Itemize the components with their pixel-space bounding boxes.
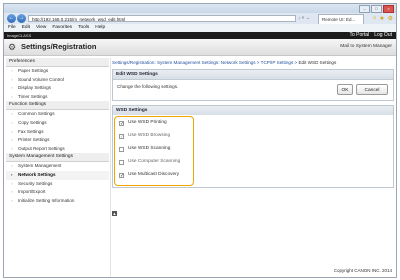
wsd-browsing-checkbox[interactable]	[119, 133, 124, 141]
home-icon[interactable]: ⌂	[373, 15, 377, 22]
page-content: ImageCLASS To Portal Log Out ⚙ Settings/…	[4, 32, 396, 277]
menu-file[interactable]: File	[8, 24, 16, 32]
menu-favorites[interactable]: Favorites	[52, 24, 72, 32]
wsd-printing-label: Use WSD Printing	[128, 120, 167, 125]
wsd-settings-panel: WSD Settings Use WSD Printing Use WSD Br…	[112, 105, 394, 188]
back-icon[interactable]: ←	[7, 14, 16, 23]
address-bar-area: ← → http://192.168.0.215/m_network_wsd_e…	[4, 13, 396, 24]
mail-to-manager-link[interactable]: Mail to System Manager	[340, 44, 392, 49]
browser-window: – □ × ← → http://192.168.0.215/m_network…	[3, 3, 397, 278]
browser-tab[interactable]: Remote UI: Ed...	[318, 14, 364, 24]
sidebar-heading-preferences: Preferences	[6, 58, 109, 67]
multicast-discovery-option[interactable]: Use Multicast Discovery	[119, 171, 180, 180]
sidebar-item-system-management[interactable]: System Management	[6, 162, 109, 171]
portal-link[interactable]: To Portal	[349, 32, 369, 39]
edit-wsd-panel: Edit WSD Settings Change the following s…	[112, 69, 394, 101]
sidebar-item-security-settings[interactable]: Security Settings	[6, 180, 109, 189]
page-title: Settings/Registration	[21, 42, 97, 51]
maximize-button[interactable]: □	[371, 5, 382, 13]
page-header: ⚙ Settings/Registration Mail to System M…	[4, 39, 396, 56]
sidebar-item-import-export[interactable]: Import/Export	[6, 188, 109, 197]
logout-link[interactable]: Log Out	[374, 32, 392, 39]
device-name: ImageCLASS	[7, 33, 32, 38]
close-button[interactable]: ×	[383, 5, 394, 13]
sidebar-item-sound-volume[interactable]: Sound Volume Control	[6, 76, 109, 85]
menu-tools[interactable]: Tools	[78, 24, 89, 32]
minimize-button[interactable]: –	[359, 5, 370, 13]
instruction-text: Change the following settings.	[117, 84, 179, 89]
main-content: Settings/Registration: System Management…	[112, 58, 394, 258]
wsd-scanning-checkbox[interactable]	[119, 146, 124, 152]
computer-scanning-label: Use Computer Scanning	[128, 159, 181, 164]
sidebar-item-display-settings[interactable]: Display Settings	[6, 84, 109, 93]
sidebar-item-output-report[interactable]: Output Report Settings	[6, 145, 109, 154]
breadcrumb-current: Edit WSD Settings	[298, 60, 337, 65]
wsd-options: Use WSD Printing Use WSD Browsing Use WS…	[113, 115, 393, 187]
window-controls: – □ ×	[359, 5, 394, 13]
sidebar-item-printer-settings[interactable]: Printer Settings	[6, 136, 109, 145]
sidebar-item-paper-settings[interactable]: Paper Settings	[6, 67, 109, 76]
sidebar-item-network-settings[interactable]: Network Settings	[6, 170, 109, 180]
ok-button[interactable]: OK	[337, 84, 353, 95]
back-to-top-icon[interactable]: ▲	[112, 211, 117, 216]
url-tools[interactable]: ↓ × →	[298, 15, 310, 20]
gear-icon[interactable]: ⚙	[388, 15, 393, 22]
forward-icon[interactable]: →	[17, 14, 26, 23]
wsd-settings-title: WSD Settings	[113, 106, 393, 115]
sidebar-item-timer-settings[interactable]: Timer Settings	[6, 93, 109, 102]
wsd-printing-option[interactable]: Use WSD Printing	[119, 119, 167, 128]
wsd-browsing-option[interactable]: Use WSD Browsing	[119, 132, 171, 141]
multicast-discovery-label: Use Multicast Discovery	[128, 172, 180, 177]
toolbar-icons: ⌂ ★ ⚙	[373, 15, 393, 22]
wsd-printing-checkbox[interactable]	[119, 120, 124, 128]
settings-gear-icon: ⚙	[8, 42, 17, 52]
breadcrumb-links[interactable]: Settings/Registration: System Management…	[112, 60, 297, 65]
wsd-scanning-option[interactable]: Use WSD Scanning	[119, 145, 170, 153]
sidebar-item-fax-settings[interactable]: Fax Settings	[6, 128, 109, 137]
sidebar-item-common-settings[interactable]: Common Settings	[6, 110, 109, 119]
sidebar-heading-system-management: System Management Settings	[6, 153, 109, 163]
top-bar: ImageCLASS To Portal Log Out	[4, 32, 396, 39]
menu-help[interactable]: Help	[95, 24, 105, 32]
sidebar: Preferences Paper Settings Sound Volume …	[6, 58, 109, 277]
sidebar-item-copy-settings[interactable]: Copy Settings	[6, 119, 109, 128]
menu-bar: File Edit View Favorites Tools Help	[4, 24, 396, 32]
wsd-scanning-label: Use WSD Scanning	[128, 146, 171, 151]
title-bar: – □ ×	[4, 4, 396, 13]
sidebar-heading-function: Function Settings	[6, 101, 109, 111]
menu-edit[interactable]: Edit	[22, 24, 30, 32]
breadcrumb: Settings/Registration: System Management…	[112, 58, 394, 68]
copyright: Copyright CANON INC. 2014	[333, 268, 392, 273]
wsd-browsing-label: Use WSD Browsing	[128, 133, 171, 138]
computer-scanning-checkbox[interactable]	[119, 159, 124, 165]
star-icon[interactable]: ★	[379, 15, 384, 22]
sidebar-divider	[110, 58, 111, 277]
url-input[interactable]: http://192.168.0.215/m_network_wsd_edit.…	[28, 15, 296, 22]
edit-wsd-title: Edit WSD Settings	[113, 70, 393, 80]
multicast-discovery-checkbox[interactable]	[119, 172, 124, 180]
sidebar-item-initialize[interactable]: Initialize Setting Information	[6, 197, 109, 206]
computer-scanning-option[interactable]: Use Computer Scanning	[119, 158, 180, 166]
menu-view[interactable]: View	[36, 24, 46, 32]
cancel-button[interactable]: Cancel	[356, 84, 388, 95]
